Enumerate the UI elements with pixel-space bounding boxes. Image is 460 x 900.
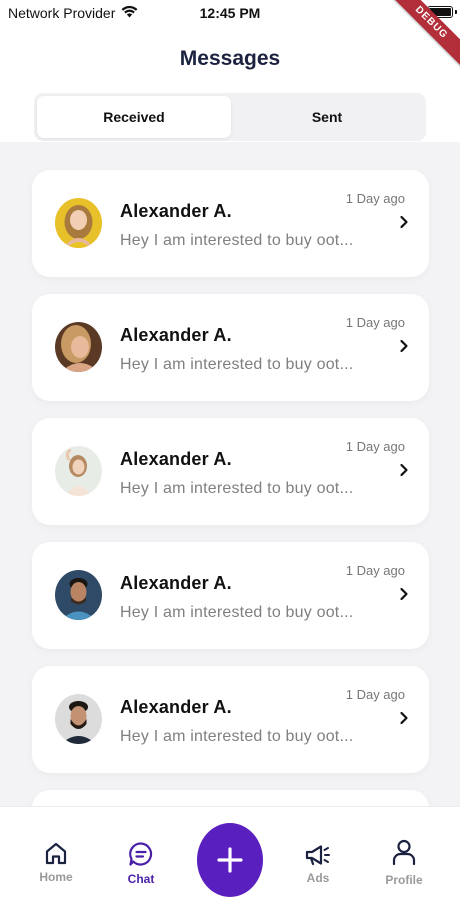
message-card[interactable]: Alexander A. Hey I am interested to buy …	[32, 294, 429, 401]
message-time: 1 Day ago	[345, 439, 405, 454]
message-preview: Hey I am interested to buy oot...	[120, 604, 354, 621]
sender-name: Alexander A.	[120, 697, 232, 717]
avatar-woman-light-icon	[55, 446, 102, 496]
avatar-man-beard-icon	[55, 694, 102, 744]
avatar	[55, 694, 102, 744]
avatar-woman-yellow-icon	[55, 198, 102, 248]
message-card-partial[interactable]	[32, 790, 429, 806]
message-time: 1 Day ago	[345, 687, 405, 702]
avatar-man-blue-icon	[55, 570, 102, 620]
sender-name: Alexander A.	[120, 573, 232, 593]
sender-name: Alexander A.	[120, 449, 232, 469]
nav-ads-label: Ads	[306, 871, 330, 885]
avatar-woman-blonde-icon	[55, 322, 102, 372]
message-time: 1 Day ago	[345, 191, 405, 206]
chevron-right-icon[interactable]	[397, 711, 411, 725]
chevron-right-icon[interactable]	[397, 339, 411, 353]
message-preview: Hey I am interested to buy oot...	[120, 728, 354, 745]
home-icon	[45, 842, 67, 865]
message-time: 1 Day ago	[345, 563, 405, 578]
message-preview: Hey I am interested to buy oot...	[120, 356, 354, 373]
avatar	[55, 570, 102, 620]
profile-icon	[392, 839, 416, 866]
message-tabs: Received Sent	[34, 93, 426, 141]
nav-chat-label: Chat	[127, 872, 155, 886]
avatar	[55, 322, 102, 372]
message-list[interactable]: Alexander A. Hey I am interested to buy …	[0, 142, 460, 806]
chevron-right-icon[interactable]	[397, 587, 411, 601]
bottom-nav: Home Chat Ads Profile	[0, 806, 460, 900]
add-icon	[217, 847, 243, 873]
debug-banner: DEBUG	[390, 0, 460, 70]
message-preview: Hey I am interested to buy oot...	[120, 232, 354, 249]
avatar	[55, 198, 102, 248]
tab-sent[interactable]: Sent	[231, 96, 423, 138]
sender-name: Alexander A.	[120, 325, 232, 345]
megaphone-icon	[305, 845, 330, 866]
message-card[interactable]: Alexander A. Hey I am interested to buy …	[32, 418, 429, 525]
sender-name: Alexander A.	[120, 201, 232, 221]
tab-received[interactable]: Received	[37, 96, 231, 138]
add-button[interactable]	[197, 823, 263, 897]
debug-banner-label: DEBUG	[390, 0, 460, 69]
message-time: 1 Day ago	[345, 315, 405, 330]
message-card[interactable]: Alexander A. Hey I am interested to buy …	[32, 170, 429, 277]
chevron-right-icon[interactable]	[397, 215, 411, 229]
message-card[interactable]: Alexander A. Hey I am interested to buy …	[32, 542, 429, 649]
top-bar: Network Provider 12:45 PM DEBUG Messages…	[0, 0, 460, 142]
message-card[interactable]: Alexander A. Hey I am interested to buy …	[32, 666, 429, 773]
nav-profile-label: Profile	[385, 873, 423, 887]
chat-icon	[129, 842, 153, 866]
avatar	[55, 446, 102, 496]
nav-home-label: Home	[39, 870, 73, 884]
message-preview: Hey I am interested to buy oot...	[120, 480, 354, 497]
chevron-right-icon[interactable]	[397, 463, 411, 477]
